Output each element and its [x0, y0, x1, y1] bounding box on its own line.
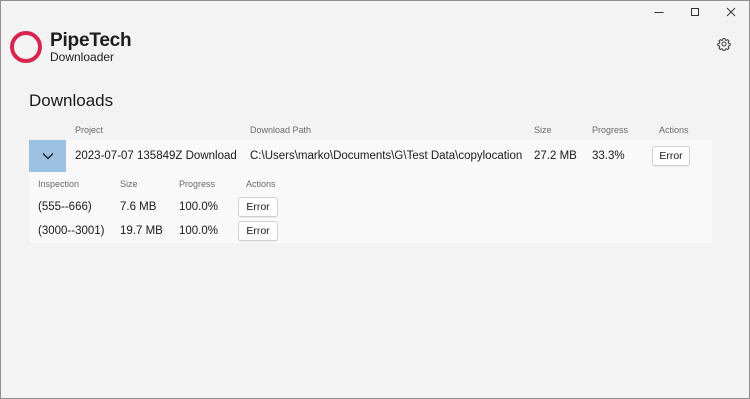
inspection-size: 19.7 MB [120, 225, 163, 237]
error-button[interactable]: Error [652, 146, 690, 166]
project-name: 2023-07-07 135849Z Download [75, 150, 237, 162]
close-button[interactable] [713, 1, 749, 23]
page-title: Downloads [29, 91, 114, 110]
window-caption-buttons [641, 1, 749, 23]
logo-text: PipeTech Downloader [50, 30, 132, 64]
inspection-error-button[interactable]: Error [238, 221, 278, 241]
maximize-button[interactable] [677, 1, 713, 23]
row-expander-button[interactable] [29, 140, 66, 172]
inspection-size: 7.6 MB [120, 201, 157, 213]
inspection-progress: 100.0% [179, 201, 219, 213]
maximize-icon [691, 8, 699, 16]
inspection-error-button[interactable]: Error [238, 197, 278, 217]
minimize-icon [654, 12, 664, 13]
close-icon [726, 7, 736, 17]
app-logo: PipeTech Downloader [10, 30, 132, 64]
app-subtitle: Downloader [50, 50, 115, 64]
app-name: PipeTech [50, 30, 132, 51]
minimize-button[interactable] [641, 1, 677, 23]
header-inspection: Inspection [38, 179, 80, 189]
header-download-path: Download Path [250, 125, 312, 135]
inspection-name: (555--666) [38, 201, 92, 213]
inspection-progress: 100.0% [179, 225, 219, 237]
header-project: Project [75, 125, 104, 135]
header-actions: Actions [659, 125, 689, 135]
app-window: PipeTech Downloader Downloads Project Do… [0, 0, 750, 399]
chevron-down-icon [42, 153, 53, 160]
header-size: Size [534, 125, 552, 135]
header-inspection-progress: Progress [179, 179, 216, 189]
download-path: C:\Users\marko\Documents\G\Test Data\cop… [250, 150, 523, 162]
header-inspection-actions: Actions [246, 179, 276, 189]
download-size: 27.2 MB [534, 150, 577, 162]
gear-icon[interactable] [717, 37, 731, 51]
logo-ring-icon [10, 31, 42, 63]
download-progress: 33.3% [592, 150, 625, 162]
header-inspection-size: Size [120, 179, 138, 189]
inspection-name: (3000--3001) [38, 225, 105, 237]
header-progress: Progress [592, 125, 629, 135]
